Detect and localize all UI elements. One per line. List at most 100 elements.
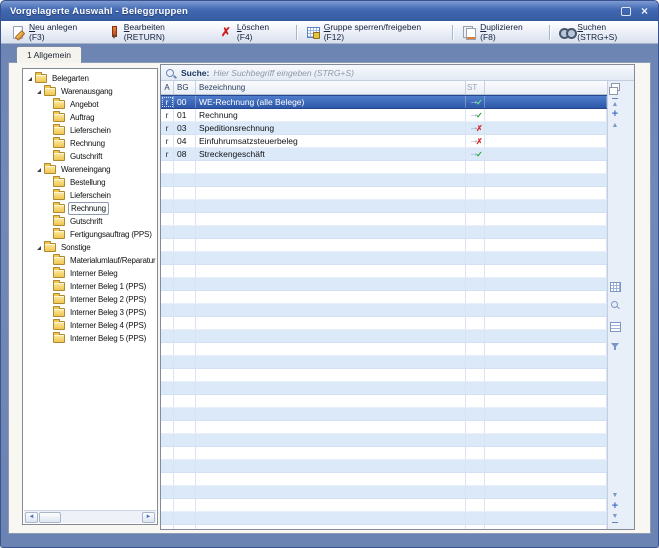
folder-icon bbox=[44, 163, 56, 174]
table-row[interactable]: r 00 WE-Rechnung (alle Belege) bbox=[161, 95, 607, 109]
table-row-empty[interactable] bbox=[161, 512, 607, 525]
table-row-empty[interactable] bbox=[161, 395, 607, 408]
table-row-empty[interactable] bbox=[161, 382, 607, 395]
tree-item-auftrag[interactable]: Auftrag bbox=[24, 111, 156, 124]
toolbar-button-duplizieren[interactable]: Duplizieren (F8) bbox=[457, 20, 545, 44]
search-input[interactable]: Hier Suchbegriff eingeben (STRG+S) bbox=[213, 68, 354, 78]
tree-item-materialumlauf-reparatur[interactable]: Materialumlauf/Reparatur bbox=[24, 254, 156, 267]
table-row-empty[interactable] bbox=[161, 161, 607, 174]
table-row-empty[interactable] bbox=[161, 174, 607, 187]
tree-item-lieferschein[interactable]: Lieferschein bbox=[24, 189, 156, 202]
column-header-st[interactable]: ST bbox=[466, 81, 485, 94]
cell-filler bbox=[485, 421, 607, 433]
table-row-empty[interactable] bbox=[161, 408, 607, 421]
table-row[interactable]: r 03 Speditionsrechnung bbox=[161, 122, 607, 135]
title-bar[interactable]: Vorgelagerte Auswahl - Beleggruppen bbox=[1, 1, 658, 21]
tree-item-lieferschein[interactable]: Lieferschein bbox=[24, 124, 156, 137]
grid-settings-icon[interactable] bbox=[609, 281, 621, 292]
table-row[interactable]: r 01 Rechnung bbox=[161, 109, 607, 122]
scroll-right-icon[interactable] bbox=[142, 511, 155, 523]
table-row-empty[interactable] bbox=[161, 278, 607, 291]
scroll-left-icon[interactable] bbox=[25, 511, 38, 523]
table-row-empty[interactable] bbox=[161, 369, 607, 382]
folder-icon bbox=[53, 150, 65, 161]
table-row-empty[interactable] bbox=[161, 265, 607, 278]
append-record-icon[interactable] bbox=[609, 501, 621, 512]
columns-chooser-icon[interactable] bbox=[609, 83, 621, 95]
table-row-empty[interactable] bbox=[161, 447, 607, 460]
table-row-empty[interactable] bbox=[161, 330, 607, 343]
tree-item-sonstige[interactable]: Sonstige bbox=[24, 241, 156, 254]
tree-item-interner-beleg-4-pps[interactable]: Interner Beleg 4 (PPS) bbox=[24, 319, 156, 332]
toolbar-button-neu-anlegen[interactable]: Neu anlegen (F3) bbox=[6, 20, 100, 44]
column-header-a[interactable]: A bbox=[161, 81, 174, 94]
table-row-empty[interactable] bbox=[161, 252, 607, 265]
tree-item-fertigungsauftrag-pps[interactable]: Fertigungsauftrag (PPS) bbox=[24, 228, 156, 241]
tree-item-rechnung[interactable]: Rechnung bbox=[24, 202, 156, 215]
table-row-empty[interactable] bbox=[161, 343, 607, 356]
folder-icon bbox=[53, 176, 65, 187]
cell-filler bbox=[485, 96, 607, 108]
table-row-empty[interactable] bbox=[161, 486, 607, 499]
edit-pen-icon bbox=[106, 25, 120, 39]
table-row-empty[interactable] bbox=[161, 525, 607, 529]
tree-expanded-icon[interactable] bbox=[36, 88, 44, 96]
cell-bezeichnung bbox=[196, 525, 466, 529]
tree-item-gutschrift[interactable]: Gutschrift bbox=[24, 215, 156, 228]
tree-item-interner-beleg-2-pps[interactable]: Interner Beleg 2 (PPS) bbox=[24, 293, 156, 306]
table-row-empty[interactable] bbox=[161, 304, 607, 317]
tree-item-interner-beleg-1-pps[interactable]: Interner Beleg 1 (PPS) bbox=[24, 280, 156, 293]
tree-item-wareneingang[interactable]: Wareneingang bbox=[24, 163, 156, 176]
table-row-empty[interactable] bbox=[161, 317, 607, 330]
table-row[interactable]: r 08 Streckengeschäft bbox=[161, 148, 607, 161]
folder-icon bbox=[53, 280, 65, 291]
tree-item-interner-beleg[interactable]: Interner Beleg bbox=[24, 267, 156, 280]
table-row-empty[interactable] bbox=[161, 213, 607, 226]
tree-expanded-icon[interactable] bbox=[27, 75, 35, 83]
table-row-empty[interactable] bbox=[161, 239, 607, 252]
tree-expanded-icon[interactable] bbox=[36, 166, 44, 174]
search-row-icon[interactable] bbox=[609, 300, 621, 311]
toolbar-button-gruppe-sperren[interactable]: Gruppe sperren/freigeben (F12) bbox=[301, 20, 448, 44]
tree-item-interner-beleg-5-pps[interactable]: Interner Beleg 5 (PPS) bbox=[24, 332, 156, 345]
insert-record-icon[interactable] bbox=[609, 109, 621, 120]
restore-window-icon[interactable] bbox=[617, 4, 634, 18]
tree-expanded-icon[interactable] bbox=[36, 244, 44, 252]
table-row-empty[interactable] bbox=[161, 200, 607, 213]
tree-item-bestellung[interactable]: Bestellung bbox=[24, 176, 156, 189]
table-row-empty[interactable] bbox=[161, 473, 607, 486]
tree-item-angebot[interactable]: Angebot bbox=[24, 98, 156, 111]
table-row-empty[interactable] bbox=[161, 460, 607, 473]
tree-item-interner-beleg-3-pps[interactable]: Interner Beleg 3 (PPS) bbox=[24, 306, 156, 319]
filter-icon[interactable] bbox=[609, 340, 621, 351]
table-row-empty[interactable] bbox=[161, 226, 607, 239]
close-window-icon[interactable] bbox=[636, 4, 653, 18]
scrollbar-thumb[interactable] bbox=[39, 511, 61, 523]
toolbar-button-bearbeiten[interactable]: Bearbeiten (RETURN) bbox=[101, 20, 213, 44]
record-list-icon[interactable] bbox=[609, 321, 621, 332]
cell-filler bbox=[485, 343, 607, 355]
tab-allgemein[interactable]: 1 Allgemein bbox=[16, 46, 82, 63]
tree-item-belegarten[interactable]: Belegarten bbox=[24, 72, 156, 85]
table-row-empty[interactable] bbox=[161, 291, 607, 304]
table-row-empty[interactable] bbox=[161, 356, 607, 369]
tree-item-gutschrift[interactable]: Gutschrift bbox=[24, 150, 156, 163]
table-row-empty[interactable] bbox=[161, 421, 607, 434]
tree-item-rechnung[interactable]: Rechnung bbox=[24, 137, 156, 150]
scroll-up-icon[interactable] bbox=[609, 120, 621, 131]
table-row-empty[interactable] bbox=[161, 187, 607, 200]
scroll-to-bottom-icon[interactable] bbox=[609, 512, 621, 523]
table-row[interactable]: r 04 Einfuhrumsatzsteuerbeleg bbox=[161, 135, 607, 148]
cell-bg bbox=[174, 382, 196, 394]
toolbar-button-suchen[interactable]: Suchen (STRG+S) bbox=[554, 20, 653, 44]
tree-item-warenausgang[interactable]: Warenausgang bbox=[24, 85, 156, 98]
column-header-bg[interactable]: BG bbox=[174, 81, 196, 94]
toolbar-button-loeschen[interactable]: Löschen (F4) bbox=[214, 20, 292, 44]
table-search-bar[interactable]: Suche: Hier Suchbegriff eingeben (STRG+S… bbox=[161, 65, 634, 81]
column-header-bezeichnung[interactable]: Bezeichnung bbox=[196, 81, 466, 94]
table-row-empty[interactable] bbox=[161, 434, 607, 447]
table-row-empty[interactable] bbox=[161, 499, 607, 512]
cell-status bbox=[466, 252, 485, 264]
tree-horizontal-scrollbar[interactable] bbox=[24, 510, 156, 523]
tree-item-label: Lieferschein bbox=[70, 126, 111, 135]
